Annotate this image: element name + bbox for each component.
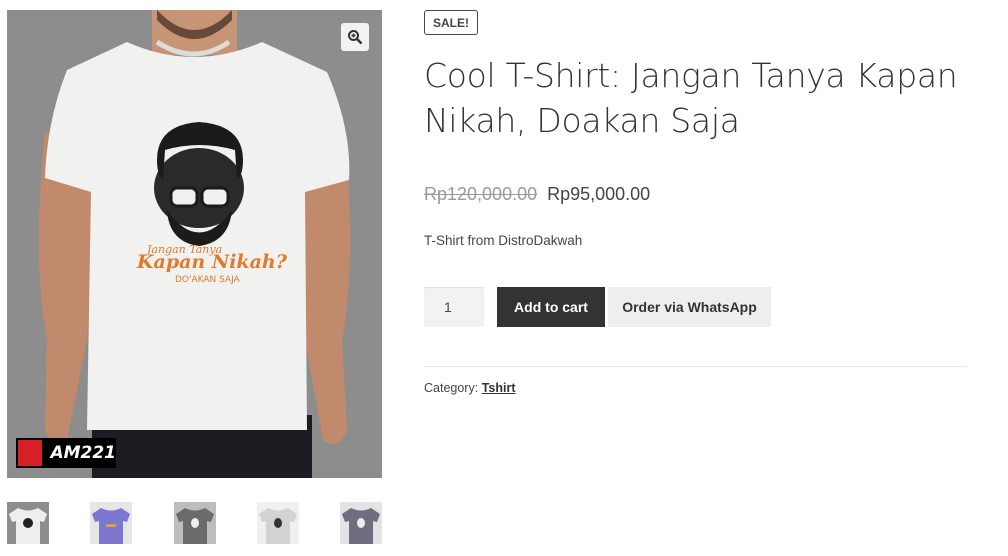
gallery-thumbnails bbox=[7, 502, 382, 544]
magnifier-zoom-icon bbox=[348, 30, 363, 45]
product-title: Cool T-Shirt: Jangan Tanya Kapan Nikah, … bbox=[424, 56, 958, 140]
quantity-input[interactable] bbox=[424, 287, 484, 327]
thumbnail-3[interactable] bbox=[174, 502, 216, 544]
tshirt-thumbnail-image bbox=[340, 502, 382, 544]
regular-price: Rp120,000.00 bbox=[424, 184, 538, 204]
tshirt-thumbnail-image bbox=[7, 502, 49, 544]
shirt-print-line2: Kapan Nikah? bbox=[136, 251, 288, 273]
shirt-print-line3: DO'AKAN SAJA bbox=[175, 275, 241, 285]
product-meta: Category: Tshirt bbox=[424, 381, 515, 395]
thumbnail-5[interactable] bbox=[340, 502, 382, 544]
tshirt-model-photo: Jangan Tanya Kapan Nikah? DO'AKAN SAJA bbox=[7, 10, 382, 478]
add-to-cart-button[interactable]: Add to cart bbox=[497, 287, 605, 327]
zoom-button[interactable] bbox=[341, 23, 369, 51]
tshirt-thumbnail-image bbox=[257, 502, 299, 544]
order-whatsapp-button[interactable]: Order via WhatsApp bbox=[608, 287, 771, 327]
brand-watermark: AM221 bbox=[16, 438, 116, 468]
category-link[interactable]: Tshirt bbox=[482, 381, 516, 395]
thumbnail-4[interactable] bbox=[257, 502, 299, 544]
tshirt-thumbnail-image bbox=[174, 502, 216, 544]
product-main-image[interactable]: Jangan Tanya Kapan Nikah? DO'AKAN SAJA A… bbox=[7, 10, 382, 478]
thumbnail-2[interactable] bbox=[90, 502, 132, 544]
product-price: Rp120,000.00 Rp95,000.00 bbox=[424, 184, 650, 205]
watermark-text: AM221 bbox=[50, 443, 116, 463]
thumbnail-1[interactable] bbox=[7, 502, 49, 544]
summary-divider bbox=[424, 366, 966, 367]
sale-badge: SALE! bbox=[424, 10, 478, 35]
tshirt-thumbnail-image bbox=[90, 502, 132, 544]
category-label: Category: bbox=[424, 381, 479, 395]
short-description: T-Shirt from DistroDakwah bbox=[424, 233, 583, 248]
brand-logo-icon bbox=[18, 440, 43, 466]
sale-price: Rp95,000.00 bbox=[547, 184, 651, 204]
